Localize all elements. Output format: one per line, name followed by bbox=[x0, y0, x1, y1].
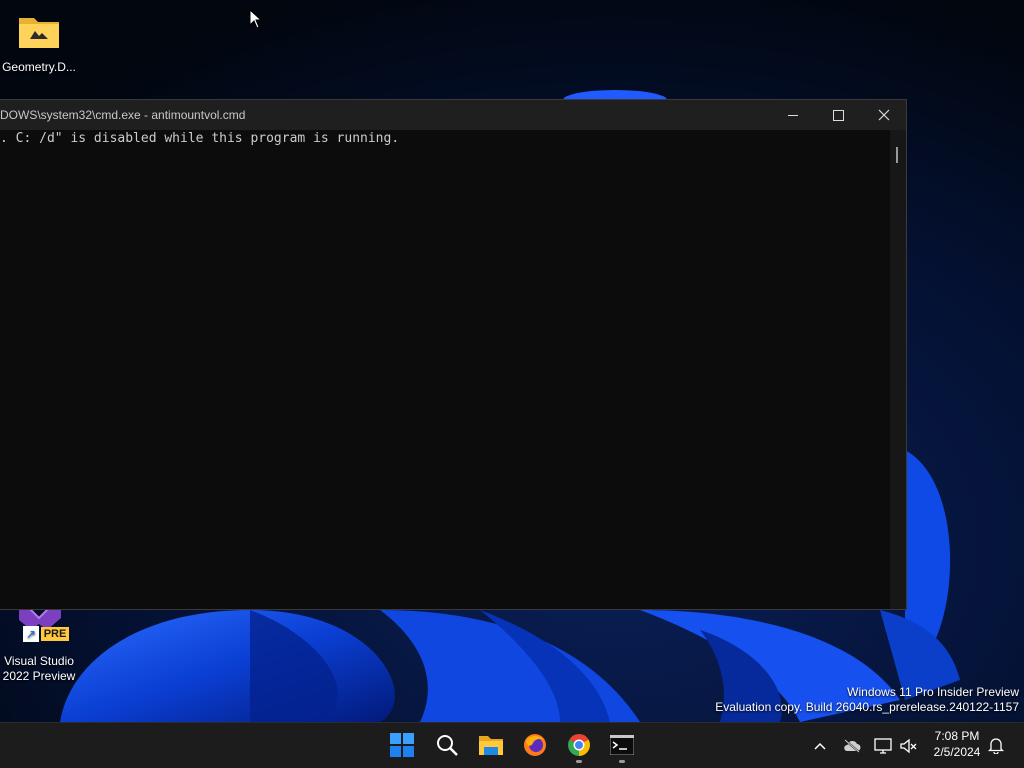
minimize-icon bbox=[788, 114, 798, 116]
windows-logo-icon bbox=[390, 733, 414, 757]
file-explorer-button[interactable] bbox=[473, 728, 509, 762]
maximize-button[interactable] bbox=[815, 100, 861, 130]
folder-icon bbox=[479, 736, 503, 755]
watermark-edition: Windows 11 Pro Insider Preview bbox=[847, 685, 1019, 699]
taskbar: 7:08 PM 2/5/2024 bbox=[0, 722, 1024, 768]
volume-muted-icon bbox=[900, 738, 917, 753]
minimize-button[interactable] bbox=[770, 100, 816, 130]
visual-studio-icon: ↗ PRE bbox=[15, 608, 69, 656]
folder-icon bbox=[15, 8, 63, 56]
cloud-offline-icon bbox=[844, 738, 861, 753]
mouse-cursor-icon bbox=[249, 9, 263, 29]
clock[interactable]: 7:08 PM 2/5/2024 bbox=[926, 728, 988, 760]
desktop-icon-label: Visual Studio 2022 Preview bbox=[2, 654, 76, 683]
close-button[interactable] bbox=[861, 100, 907, 130]
desktop-icon-visual-studio[interactable]: ↗ PRE Visual Studio 2022 Preview bbox=[1, 608, 77, 684]
chrome-icon bbox=[568, 734, 590, 756]
network-icon bbox=[874, 737, 892, 754]
network-button[interactable] bbox=[872, 723, 894, 768]
window-titlebar[interactable]: DOWS\system32\cmd.exe - antimountvol.cmd bbox=[0, 100, 906, 130]
clock-date: 2/5/2024 bbox=[933, 745, 981, 759]
preview-badge: PRE bbox=[41, 627, 69, 641]
cmd-window[interactable]: DOWS\system32\cmd.exe - antimountvol.cmd… bbox=[0, 99, 907, 610]
close-icon bbox=[878, 109, 890, 121]
desktop-icon-label: Geometry.D... bbox=[2, 60, 76, 74]
start-button[interactable] bbox=[384, 728, 420, 762]
notification-bell-icon bbox=[988, 738, 1004, 754]
firefox-button[interactable] bbox=[517, 728, 553, 762]
chevron-up-icon bbox=[814, 742, 826, 750]
firefox-icon bbox=[524, 734, 546, 756]
terminal-icon bbox=[610, 735, 634, 755]
search-icon bbox=[437, 735, 458, 756]
scrollbar-thumb[interactable] bbox=[896, 147, 898, 163]
terminal-button[interactable] bbox=[604, 728, 640, 763]
clock-time: 7:08 PM bbox=[934, 729, 980, 743]
maximize-icon bbox=[832, 109, 844, 121]
volume-button[interactable] bbox=[898, 723, 920, 768]
running-indicator bbox=[619, 760, 625, 763]
window-title: DOWS\system32\cmd.exe - antimountvol.cmd bbox=[0, 108, 246, 122]
running-indicator bbox=[576, 760, 582, 763]
onedrive-button[interactable] bbox=[840, 723, 864, 768]
chrome-button[interactable] bbox=[561, 728, 597, 763]
desktop-icon-geometry[interactable]: Geometry.D... bbox=[1, 8, 77, 75]
notifications-button[interactable] bbox=[986, 723, 1006, 768]
watermark-build: Evaluation copy. Build 26040.rs_prerelea… bbox=[715, 700, 1019, 714]
console-output[interactable]: . C: /d" is disabled while this program … bbox=[0, 131, 399, 146]
console-scrollbar[interactable] bbox=[890, 130, 906, 609]
evaluation-watermark: Windows 11 Pro Insider Preview Evaluatio… bbox=[715, 685, 1019, 715]
show-hidden-icons-button[interactable] bbox=[810, 723, 830, 768]
search-button[interactable] bbox=[429, 728, 465, 762]
shortcut-arrow-icon: ↗ bbox=[23, 626, 39, 642]
